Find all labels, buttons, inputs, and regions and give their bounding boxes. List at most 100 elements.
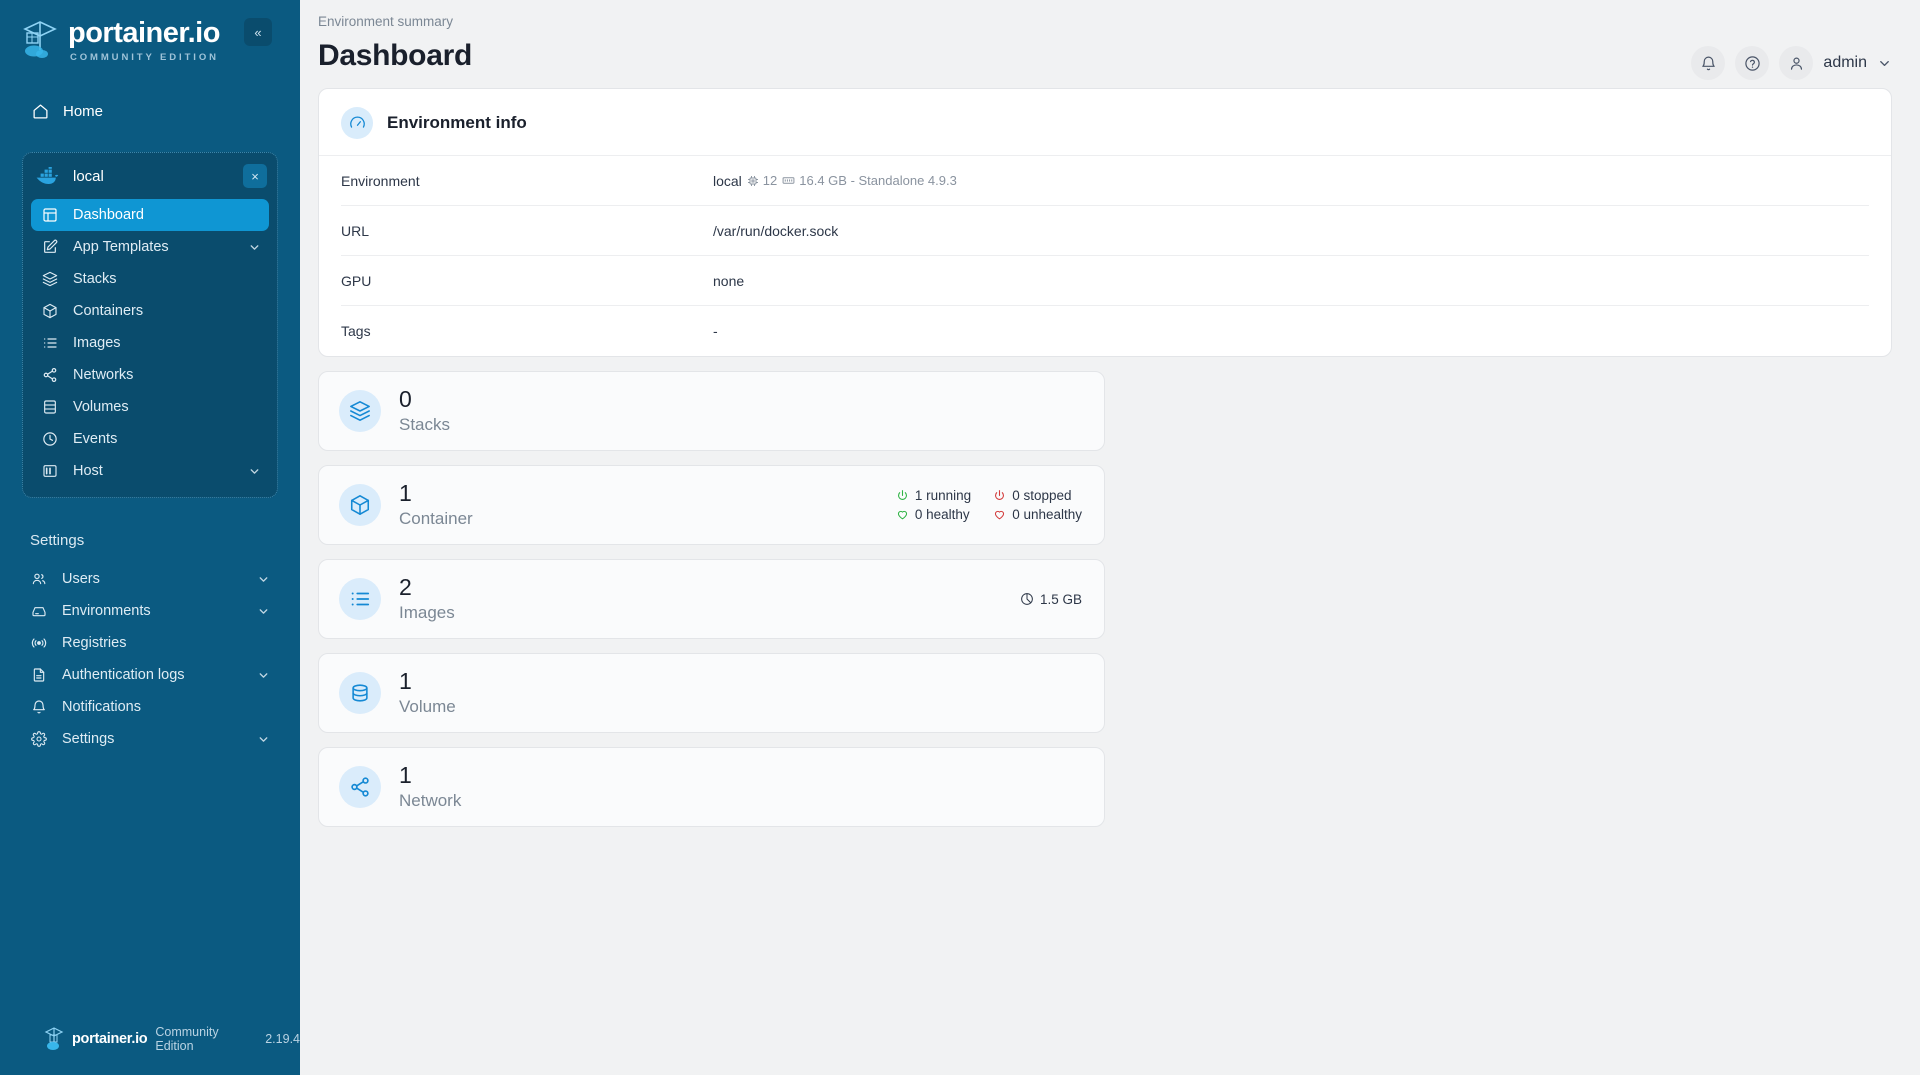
dashboard-icon — [41, 207, 59, 223]
tile-text: 1 Volume — [399, 669, 456, 716]
resource-tiles: 0 Stacks 1 Container — [318, 371, 1892, 827]
sidebar-item-environments-label: Environments — [62, 603, 151, 619]
chevron-down-icon[interactable] — [1877, 56, 1892, 71]
tile-text: 2 Images — [399, 575, 455, 622]
info-key: GPU — [341, 273, 713, 289]
environment-value: local — [713, 173, 742, 189]
tile-count: 1 — [399, 763, 461, 787]
chevron-down-icon — [248, 241, 261, 254]
tile-count: 1 — [399, 481, 473, 505]
sidebar-item-users[interactable]: Users — [22, 563, 278, 595]
help-button[interactable] — [1735, 46, 1769, 80]
chevron-down-icon — [257, 605, 270, 618]
sidebar-item-networks-label: Networks — [73, 367, 133, 383]
chevron-down-icon — [257, 573, 270, 586]
user-menu[interactable]: admin — [1779, 46, 1892, 80]
tile-count: 1 — [399, 669, 456, 693]
pie-chart-icon — [1020, 592, 1034, 606]
sidebar-item-authentication-logs[interactable]: Authentication logs — [22, 659, 278, 691]
sidebar-item-home-label: Home — [63, 103, 103, 120]
portainer-footer-logo-icon — [44, 1027, 64, 1051]
heart-icon — [896, 508, 909, 521]
stacks-icon — [339, 390, 381, 432]
docker-icon — [35, 167, 59, 185]
sidebar-item-events[interactable]: Events — [31, 423, 269, 455]
environment-name: local — [73, 168, 104, 185]
info-value: /var/run/docker.sock — [713, 223, 838, 239]
question-circle-icon — [1744, 55, 1761, 72]
environment-header[interactable]: local × — [23, 153, 277, 199]
images-size-block: 1.5 GB — [1020, 592, 1082, 607]
power-icon — [993, 489, 1006, 502]
dashboard-content: Environment info Environment local 1 2 — [300, 88, 1920, 827]
sidebar-item-dashboard-label: Dashboard — [73, 207, 144, 223]
sidebar-item-notifications[interactable]: Notifications — [22, 691, 278, 723]
info-key: Environment — [341, 173, 713, 189]
status-healthy: 0 healthy — [896, 507, 971, 522]
sidebar-item-stacks[interactable]: Stacks — [31, 263, 269, 295]
tile-volumes[interactable]: 1 Volume — [318, 653, 1105, 733]
sidebar-item-networks[interactable]: Networks — [31, 359, 269, 391]
sidebar-item-containers[interactable]: Containers — [31, 295, 269, 327]
status-running: 1 running — [896, 488, 971, 503]
sidebar-item-host[interactable]: Host — [31, 455, 269, 487]
sidebar-item-volumes[interactable]: Volumes — [31, 391, 269, 423]
network-icon — [41, 367, 59, 383]
tile-label: Images — [399, 603, 455, 623]
info-value: - — [713, 323, 718, 339]
sidebar-item-environments[interactable]: Environments — [22, 595, 278, 627]
sidebar-item-dashboard[interactable]: Dashboard — [31, 199, 269, 231]
brand-text: portainer.io COMMUNITY EDITION — [68, 19, 220, 63]
users-icon — [30, 571, 48, 587]
notifications-button[interactable] — [1691, 46, 1725, 80]
images-icon — [339, 578, 381, 620]
tile-text: 1 Container — [399, 481, 473, 528]
sidebar-item-app-templates[interactable]: App Templates — [31, 231, 269, 263]
tile-networks[interactable]: 1 Network — [318, 747, 1105, 827]
sidebar-collapse-button[interactable]: « — [244, 18, 272, 46]
footer-version: 2.19.4 — [265, 1032, 300, 1046]
volume-icon — [339, 672, 381, 714]
sidebar-item-home[interactable]: Home — [22, 92, 278, 130]
tile-containers[interactable]: 1 Container 1 running 0 stopped — [318, 465, 1105, 545]
sidebar-footer: portainer.io Community Edition 2.19.4 — [0, 1025, 300, 1075]
stacks-icon — [41, 271, 59, 287]
clock-icon — [41, 431, 59, 447]
sidebar-item-containers-label: Containers — [73, 303, 143, 319]
breadcrumb: Environment summary — [318, 14, 472, 29]
sidebar-item-users-label: Users — [62, 571, 100, 587]
user-icon — [1788, 55, 1805, 72]
sidebar-item-stacks-label: Stacks — [73, 271, 117, 287]
status-text: 0 unhealthy — [1012, 507, 1082, 522]
gauge-icon — [341, 107, 373, 139]
brand-logo[interactable]: portainer.io COMMUNITY EDITION « — [0, 0, 300, 76]
environment-info-card: Environment info Environment local 12 — [318, 88, 1892, 357]
tile-stacks[interactable]: 0 Stacks — [318, 371, 1105, 451]
sidebar-item-notifications-label: Notifications — [62, 699, 141, 715]
memory-icon — [782, 174, 795, 187]
info-row-tags: Tags - — [341, 306, 1869, 356]
bell-icon — [1700, 55, 1717, 72]
environment-close-button[interactable]: × — [243, 164, 267, 188]
info-value: local 12 16.4 GB — [713, 173, 957, 189]
info-value: none — [713, 273, 744, 289]
sidebar-item-images[interactable]: Images — [31, 327, 269, 359]
tile-count: 2 — [399, 575, 455, 599]
sidebar-item-registries[interactable]: Registries — [22, 627, 278, 659]
sidebar-item-authentication-logs-label: Authentication logs — [62, 667, 185, 683]
sidebar-item-images-label: Images — [73, 335, 121, 351]
info-key: URL — [341, 223, 713, 239]
brand-subtitle: COMMUNITY EDITION — [70, 52, 220, 63]
page-heading-block: Environment summary Dashboard — [318, 14, 472, 73]
status-text: 1 running — [915, 488, 971, 503]
status-text: 0 stopped — [1012, 488, 1071, 503]
images-size-badge: 1.5 GB — [1020, 592, 1082, 607]
portainer-logo-icon — [22, 20, 58, 62]
tile-images[interactable]: 2 Images 1.5 GB — [318, 559, 1105, 639]
sidebar-item-settings[interactable]: Settings — [22, 723, 278, 755]
volume-icon — [41, 399, 59, 415]
memory-meta: 16.4 GB - Standalone 4.9.3 — [782, 173, 957, 188]
environment-info-header: Environment info — [319, 89, 1891, 156]
gear-icon — [30, 731, 48, 747]
host-icon — [41, 463, 59, 479]
